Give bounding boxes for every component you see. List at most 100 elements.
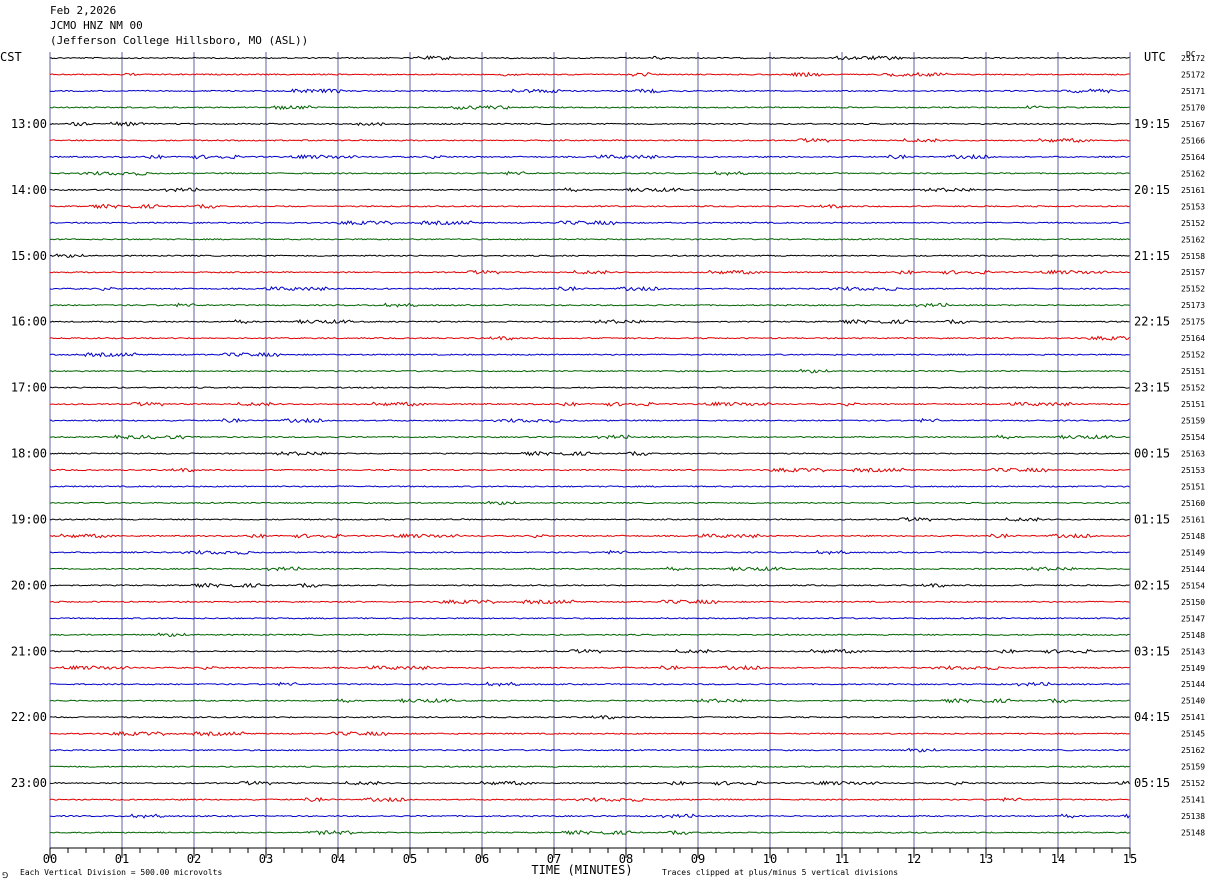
trace-line bbox=[49, 417, 1130, 424]
trace-line bbox=[49, 386, 1130, 389]
dc-offset-label: 25150 bbox=[1181, 598, 1205, 607]
left-time-label: 17:00 bbox=[11, 381, 47, 395]
dc-offset-label: 25149 bbox=[1181, 664, 1205, 673]
trace-line bbox=[49, 137, 1130, 143]
trace-line bbox=[50, 829, 1130, 836]
dc-offset-label: 25147 bbox=[1181, 614, 1205, 623]
right-time-label: 02:15 bbox=[1134, 578, 1170, 592]
dc-offset-label: 25152 bbox=[1181, 219, 1205, 228]
trace-line bbox=[49, 285, 1130, 292]
trace-line bbox=[50, 664, 1130, 671]
trace-line bbox=[49, 617, 1130, 620]
helicorder-plot: 13:00 14:00 15:00 16:00 17:00 18:00 19:00 20:00… bbox=[0, 50, 1205, 880]
trace-line bbox=[49, 335, 1130, 341]
left-time-label: 19:00 bbox=[11, 512, 47, 526]
seismogram-traces bbox=[49, 55, 1130, 836]
dc-offset-label: 25158 bbox=[1181, 252, 1205, 261]
trace-line bbox=[49, 467, 1130, 473]
dc-offset-label: 25159 bbox=[1181, 417, 1205, 426]
trace-line bbox=[49, 780, 1130, 786]
x-tick-label: 03 bbox=[259, 852, 273, 866]
x-tick-label: 06 bbox=[475, 852, 489, 866]
dc-offset-label: 25161 bbox=[1181, 186, 1205, 195]
trace-line bbox=[49, 318, 1130, 325]
dc-header-label: DC bbox=[1186, 50, 1196, 59]
dc-offset-label: 25172 bbox=[1181, 70, 1205, 79]
right-time-label: 22:15 bbox=[1134, 315, 1170, 329]
x-tick-label: 04 bbox=[331, 852, 345, 866]
dc-offset-label: 25141 bbox=[1181, 796, 1205, 805]
dc-offset-label: 25160 bbox=[1181, 499, 1205, 508]
dc-offset-label: 25166 bbox=[1181, 136, 1205, 145]
trace-line bbox=[49, 434, 1130, 440]
trace-line bbox=[49, 813, 1130, 819]
dc-offset-label: 25149 bbox=[1181, 548, 1205, 557]
left-time-label: 15:00 bbox=[11, 249, 47, 263]
dc-offset-label: 25140 bbox=[1181, 697, 1205, 706]
left-time-label: 23:00 bbox=[11, 776, 47, 790]
dc-offset-label: 25151 bbox=[1181, 482, 1205, 491]
dc-offset-label: 25152 bbox=[1181, 285, 1205, 294]
trace-line bbox=[49, 88, 1130, 94]
trace-line bbox=[49, 368, 1130, 374]
dc-offset-label: 25145 bbox=[1181, 730, 1205, 739]
dc-offset-label: 25153 bbox=[1181, 466, 1205, 475]
trace-line bbox=[49, 269, 1130, 275]
dc-offset-label: 25138 bbox=[1181, 812, 1205, 821]
dc-offset-label: 25154 bbox=[1181, 581, 1205, 590]
right-time-label: 04:15 bbox=[1134, 710, 1170, 724]
x-tick-label: 02 bbox=[187, 852, 201, 866]
left-time-label: 18:00 bbox=[11, 447, 47, 461]
trace-line bbox=[49, 582, 1130, 589]
dc-offset-label: 25157 bbox=[1181, 268, 1205, 277]
dc-offset-label: 25164 bbox=[1181, 153, 1205, 162]
dc-offset-label: 25152 bbox=[1181, 351, 1205, 360]
trace-line bbox=[49, 55, 1130, 61]
x-tick-label: 13 bbox=[979, 852, 993, 866]
dc-offset-label: 25141 bbox=[1181, 713, 1205, 722]
trace-line bbox=[49, 351, 1130, 358]
dc-offset-label: 25167 bbox=[1181, 120, 1205, 129]
x-tick-label: 14 bbox=[1051, 852, 1065, 866]
x-tick-label: 15 bbox=[1123, 852, 1137, 866]
dc-offset-label: 25162 bbox=[1181, 169, 1205, 178]
x-tick-label: 12 bbox=[907, 852, 921, 866]
dc-offset-label: 25154 bbox=[1181, 433, 1205, 442]
trace-line bbox=[49, 765, 1130, 768]
trace-line bbox=[50, 566, 1130, 572]
trace-line bbox=[50, 747, 1130, 753]
x-tick-label: 11 bbox=[835, 852, 849, 866]
left-timezone-label: CST bbox=[0, 50, 22, 64]
clip-note: Traces clipped at plus/minus 5 vertical … bbox=[662, 868, 898, 877]
dc-offset-label: 25152 bbox=[1181, 779, 1205, 788]
dc-offset-label: 25164 bbox=[1181, 334, 1205, 343]
trace-line bbox=[49, 796, 1130, 803]
x-tick-label: 09 bbox=[691, 852, 705, 866]
trace-line bbox=[49, 485, 1130, 488]
trace-line bbox=[49, 516, 1130, 522]
right-time-label: 19:15 bbox=[1134, 117, 1170, 131]
left-time-labels: 13:00 14:00 15:00 16:00 17:00 18:00 19:00 20:00… bbox=[11, 117, 47, 790]
trace-line bbox=[49, 302, 1130, 308]
trace-line bbox=[49, 730, 1130, 737]
dc-offset-label: 25144 bbox=[1181, 680, 1205, 689]
dc-offset-label: 25171 bbox=[1181, 87, 1205, 96]
trace-line bbox=[49, 170, 1130, 176]
x-tick-label: 01 bbox=[115, 852, 129, 866]
trace-line bbox=[49, 599, 1130, 605]
dc-offset-label: 25173 bbox=[1181, 301, 1205, 310]
corner-mark: ⅁ bbox=[2, 871, 8, 880]
trace-line bbox=[49, 714, 1130, 720]
left-time-label: 21:00 bbox=[11, 644, 47, 658]
trace-line bbox=[49, 187, 1130, 193]
dc-offset-label: 25148 bbox=[1181, 532, 1205, 541]
dc-offset-label: 25151 bbox=[1181, 400, 1205, 409]
trace-line bbox=[49, 648, 1130, 654]
trace-line bbox=[49, 632, 1130, 638]
trace-line bbox=[49, 253, 1130, 258]
right-time-labels: 19:15 20:15 21:15 22:15 23:15 00:15 01:15 02:15… bbox=[1134, 117, 1170, 790]
left-time-label: 20:00 bbox=[11, 578, 47, 592]
dc-offset-label: 25144 bbox=[1181, 565, 1205, 574]
trace-line bbox=[49, 450, 1130, 457]
right-time-label: 21:15 bbox=[1134, 249, 1170, 263]
